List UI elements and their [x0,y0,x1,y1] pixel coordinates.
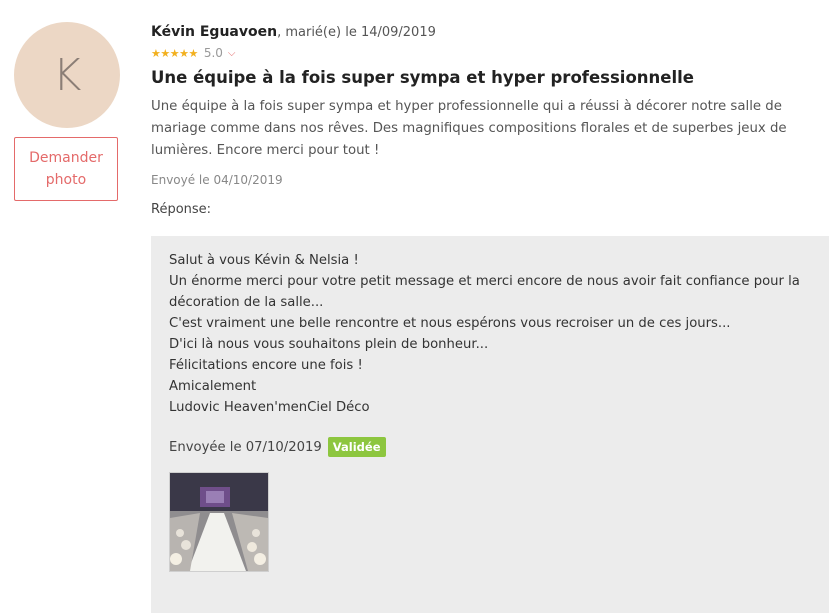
reply-box: Salut à vous Kévin & Nelsia ! Un énorme … [151,236,829,613]
review-body: Une équipe à la fois super sympa et hype… [151,99,787,158]
reply-photo-thumbnail[interactable] [169,472,269,572]
reply-label: Réponse: [151,202,212,217]
rating[interactable]: ★★★★★ 5.0 ⌵ [151,45,831,61]
reply-line: Ludovic Heaven'menCiel Déco [169,400,370,415]
reply-meta: Envoyée le 07/10/2019 Validée [169,437,811,457]
reply-line: Salut à vous Kévin & Nelsia ! [169,253,359,268]
ask-photo-button[interactable]: Demander photo [14,137,118,201]
reply-line: C'est vraiment une belle rencontre et no… [169,316,731,331]
status-badge: Validée [327,437,386,457]
review-title: Une équipe à la fois super sympa et hype… [151,68,694,87]
avatar-initial: K [52,49,82,101]
review-author-line: Kévin Eguavoen, marié(e) le 14/09/2019 [151,22,831,42]
reply-sent-date: Envoyée le 07/10/2019 [169,439,322,455]
reply-line: Un énorme merci pour votre petit message… [169,274,800,289]
reply-line: Félicitations encore une fois ! [169,358,363,373]
review-sent-date: Envoyé le 04/10/2019 [151,173,283,187]
reply-line: Amicalement [169,379,257,394]
star-icon: ★★★★★ [151,46,198,60]
avatar: K [14,22,120,128]
review-meta: , marié(e) le 14/09/2019 [277,25,436,40]
reply-line: décoration de la salle... [169,295,324,310]
review-author[interactable]: Kévin Eguavoen [151,24,277,40]
venue-photo [170,473,268,571]
rating-value: 5.0 [203,46,223,60]
review: Kévin Eguavoen, marié(e) le 14/09/2019 ★… [151,22,831,217]
chevron-down-icon[interactable]: ⌵ [228,48,236,59]
reply-line: D'ici là nous vous souhaitons plein de b… [169,337,489,352]
